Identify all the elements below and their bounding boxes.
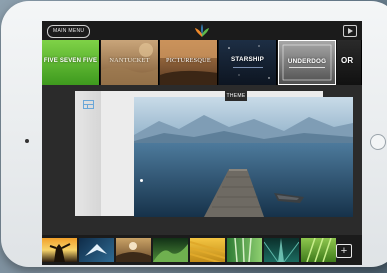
theme-label: PICTURESQUE <box>166 57 211 64</box>
front-camera <box>25 139 29 143</box>
haiku-deck-logo-icon <box>195 24 209 37</box>
theme-label: NANTUCKET <box>109 57 150 64</box>
add-image-button[interactable]: + <box>336 244 352 258</box>
theme-label: STARSHIP <box>231 56 264 63</box>
theme-picker: FIVE SEVEN FIVE NANTUCKET PICTURESQUE ST… <box>42 40 362 85</box>
media-image <box>116 242 151 262</box>
media-image <box>234 238 252 262</box>
theme-partial[interactable]: OR <box>337 40 362 85</box>
media-image <box>153 244 188 262</box>
slide-preview[interactable]: THEME <box>75 91 353 217</box>
theme-picturesque[interactable]: PICTURESQUE <box>160 40 218 85</box>
media-thumbnail[interactable] <box>116 238 151 262</box>
ipad-device: MAIN MENU FIVE SEVEN FIVE NANTUCKET PICT… <box>1 1 387 267</box>
media-thumbnail[interactable] <box>227 238 262 262</box>
play-button[interactable] <box>343 25 357 37</box>
media-image <box>190 241 225 262</box>
theme-underdog[interactable]: UNDERDOG <box>278 40 336 85</box>
media-image <box>306 238 332 262</box>
main-menu-button[interactable]: MAIN MENU <box>47 25 91 38</box>
home-button[interactable] <box>370 134 386 150</box>
media-thumbnail[interactable] <box>264 238 299 262</box>
app-screen: MAIN MENU FIVE SEVEN FIVE NANTUCKET PICT… <box>42 21 362 265</box>
slide-marker-dot <box>140 179 143 182</box>
theme-label: OR <box>341 56 354 65</box>
media-image <box>264 238 299 262</box>
theme-label: UNDERDOG <box>287 58 327 65</box>
theme-nantucket[interactable]: NANTUCKET <box>101 40 159 85</box>
media-thumbnail[interactable] <box>79 238 114 262</box>
theme-five-seven-five[interactable]: FIVE SEVEN FIVE <box>42 40 100 85</box>
theme-starship[interactable]: STARSHIP <box>219 40 277 85</box>
lake-dock-image <box>134 97 353 217</box>
theme-label: FIVE SEVEN FIVE <box>43 58 98 64</box>
media-thumbnail[interactable] <box>153 238 188 262</box>
media-image <box>85 244 107 256</box>
media-image <box>49 243 71 262</box>
slide-canvas: THEME <box>42 85 362 235</box>
media-thumbnail[interactable] <box>190 238 225 262</box>
theme-badge[interactable]: THEME <box>225 91 247 101</box>
slide-photo[interactable] <box>134 97 353 217</box>
top-bar: MAIN MENU <box>42 21 362 40</box>
media-strip: + <box>42 235 362 265</box>
layout-icon[interactable] <box>83 100 94 109</box>
media-thumbnail[interactable] <box>42 238 77 262</box>
media-thumbnail[interactable] <box>301 238 336 262</box>
